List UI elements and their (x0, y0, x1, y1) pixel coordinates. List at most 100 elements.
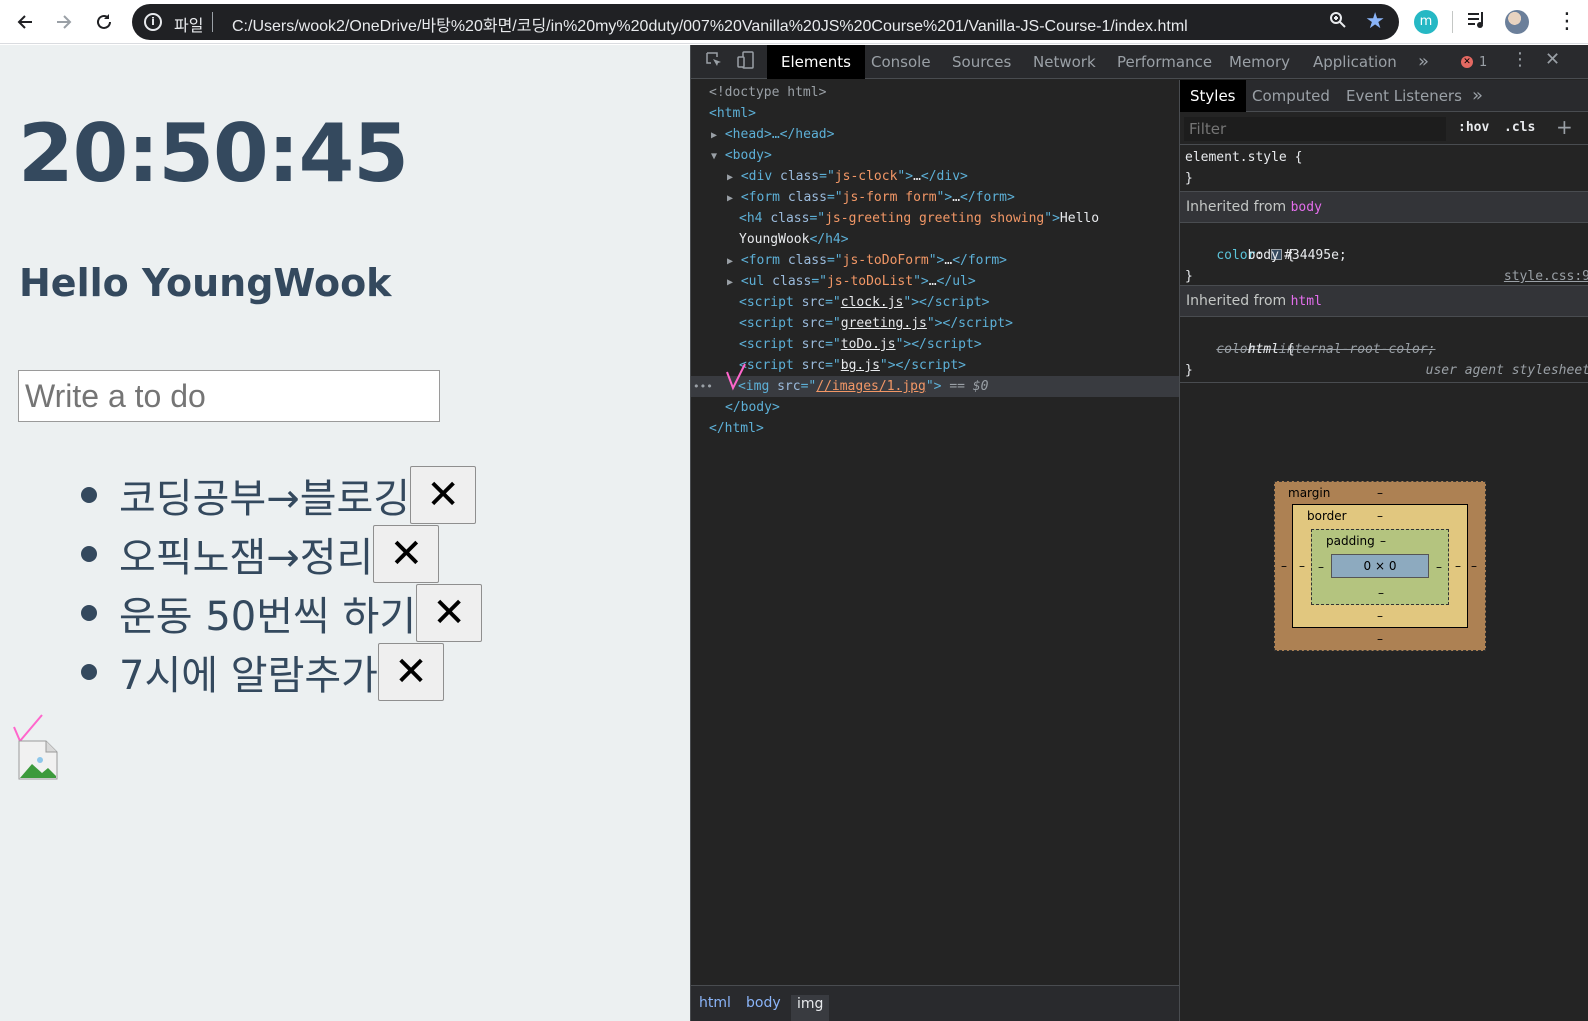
more-tabs-icon[interactable]: » (1418, 45, 1429, 79)
url-text[interactable]: C:/Users/wook2/OneDrive/바탕%20화면/코딩/in%20… (232, 12, 1188, 36)
tab-computed[interactable]: Computed (1242, 80, 1340, 112)
forward-arrow-icon[interactable] (49, 7, 79, 37)
box-model-margin[interactable]: margin – – – – border – – – – padding – … (1274, 481, 1486, 651)
element-style-selector[interactable]: element.style { (1180, 147, 1588, 168)
devtools-close-icon[interactable]: ✕ (1545, 49, 1560, 70)
dom-script-todo[interactable]: <script src="toDo.js"></script> (739, 334, 1227, 355)
dom-body-open[interactable]: ▼ <body> (711, 145, 1199, 166)
element-style-rule: element.style { } (1180, 147, 1588, 189)
margin-top-value: – (1377, 486, 1383, 500)
dom-html-open[interactable]: <html> (709, 103, 1197, 124)
browser-toolbar: i 파일 C:/Users/wook2/OneDrive/바탕%20화면/코딩/… (0, 0, 1588, 44)
inherited-element[interactable]: body (1291, 200, 1322, 215)
dom-script-clock[interactable]: <script src="clock.js"></script> (739, 292, 1227, 313)
media-control-icon[interactable] (1466, 9, 1488, 36)
rule-selector[interactable]: html (1248, 342, 1279, 357)
margin-bottom-value: – (1377, 632, 1383, 646)
padding-right-value: – (1436, 560, 1442, 574)
back-arrow-icon[interactable] (10, 7, 40, 37)
todo-text: 7시에 알람추가 (119, 652, 378, 699)
annotation-check-mark (726, 363, 746, 391)
padding-bottom-value: – (1378, 586, 1384, 600)
body-style-rule: body { style.css:9 color: #34495e; } (1180, 224, 1588, 287)
styles-filter-input[interactable] (1184, 117, 1446, 141)
todo-text: 코딩공부→블로깅 (119, 475, 411, 522)
info-icon[interactable]: i (144, 13, 162, 31)
dom-script-greeting[interactable]: <script src="greeting.js"></script> (739, 313, 1227, 334)
hov-toggle[interactable]: :hov (1458, 120, 1489, 135)
ellipsis-icon[interactable]: ••• (693, 376, 713, 397)
breadcrumb-body[interactable]: body (746, 995, 781, 1011)
dom-doctype[interactable]: <!doctype html> (709, 82, 1197, 103)
inspect-element-icon[interactable] (703, 51, 725, 73)
cls-toggle[interactable]: .cls (1504, 120, 1535, 135)
dom-div-clock[interactable]: ▶ <div class="js-clock">…</div> (727, 166, 1215, 187)
box-model-diagram: margin – – – – border – – – – padding – … (1274, 481, 1486, 651)
elements-breadcrumb: html body img (691, 985, 1179, 1021)
rule-source-link[interactable]: style.css:9 (1504, 266, 1588, 287)
dom-h4-greeting[interactable]: <h4 class="js-greeting greeting showing"… (739, 208, 1227, 229)
tab-application[interactable]: Application (1299, 45, 1411, 79)
greeting: Hello YoungWook (19, 261, 392, 305)
dom-script-bg[interactable]: <script src="bg.js"></script> (739, 355, 1227, 376)
dom-head[interactable]: ▶ <head>…</head> (711, 124, 1199, 145)
extension-icon[interactable]: m (1414, 10, 1438, 34)
breadcrumb-html[interactable]: html (699, 995, 731, 1011)
zoom-icon[interactable] (1329, 11, 1347, 34)
styles-tab-bar: Styles Computed Event Listeners » (1180, 80, 1588, 112)
toolbar-divider (1452, 11, 1453, 33)
rule-source: user agent stylesheet (1425, 363, 1588, 378)
html-style-rule: html { user agent stylesheet color: -int… (1180, 318, 1588, 381)
delete-todo-button[interactable]: ✕ (410, 465, 477, 524)
devtools-menu-icon[interactable]: ⋮ (1511, 49, 1529, 70)
reload-icon[interactable] (89, 7, 119, 37)
broken-image-icon (18, 740, 58, 780)
delete-todo-button[interactable]: ✕ (377, 642, 444, 701)
delete-todo-button[interactable]: ✕ (373, 524, 440, 583)
omnibox-separator (212, 12, 213, 32)
box-model-padding[interactable]: padding – – – – 0 × 0 (1311, 529, 1449, 605)
device-toolbar-icon[interactable] (735, 51, 757, 73)
delete-todo-button[interactable]: ✕ (416, 583, 483, 642)
todo-text: 오픽노잼→정리 (119, 534, 374, 581)
tab-performance[interactable]: Performance (1103, 45, 1226, 79)
inherited-element[interactable]: html (1291, 294, 1322, 309)
margin-right-value: – (1471, 559, 1477, 573)
dom-form-name[interactable]: ▶ <form class="js-form form">…</form> (727, 187, 1215, 208)
bullet (81, 486, 97, 503)
todo-item: 운동 50번씩 하기 ✕ (80, 583, 483, 642)
box-model-content[interactable]: 0 × 0 (1331, 554, 1429, 578)
new-style-rule-icon[interactable]: + (1556, 115, 1573, 139)
dom-img-selected[interactable]: ••• <img src="//images/1.jpg"> == $0 (691, 376, 1179, 397)
dom-h4-greeting-cont[interactable]: YoungWook</h4> (739, 229, 1227, 250)
inherited-from-html: Inherited from html (1180, 285, 1588, 317)
tab-network[interactable]: Network (1019, 45, 1110, 79)
bookmark-star-icon[interactable]: ★ (1365, 9, 1385, 34)
padding-top-value: – (1380, 534, 1386, 548)
inherited-from-body: Inherited from body (1180, 191, 1588, 223)
box-model-border[interactable]: border – – – – padding – – – – 0 × 0 (1292, 504, 1468, 628)
border-label: border (1307, 509, 1347, 523)
more-tabs-icon[interactable]: » (1462, 80, 1493, 112)
browser-menu-icon[interactable]: ⋮ (1556, 8, 1578, 36)
devtools-tab-bar: Elements Console Sources Network Perform… (691, 45, 1588, 79)
breadcrumb-img[interactable]: img (791, 995, 830, 1021)
tab-event-listeners[interactable]: Event Listeners (1336, 80, 1472, 112)
tab-memory[interactable]: Memory (1215, 45, 1304, 79)
error-count-badge[interactable]: ✕ 1 (1461, 54, 1487, 70)
scheme-label: 파일 (174, 16, 204, 35)
dom-ul-todolist[interactable]: ▶ <ul class="js-toDoList">…</ul> (727, 271, 1215, 292)
todo-input[interactable] (18, 370, 440, 422)
tab-console[interactable]: Console (857, 45, 945, 79)
padding-label: padding (1326, 534, 1375, 548)
address-bar[interactable]: i 파일 C:/Users/wook2/OneDrive/바탕%20화면/코딩/… (132, 4, 1399, 40)
rule-selector[interactable]: body (1248, 248, 1279, 263)
tab-elements[interactable]: Elements (767, 45, 865, 79)
dom-form-todo[interactable]: ▶ <form class="js-toDoForm">…</form> (727, 250, 1215, 271)
css-value[interactable]: -internal-root-color; (1271, 342, 1435, 357)
tab-styles[interactable]: Styles (1180, 80, 1246, 112)
dom-html-close[interactable]: </html> (709, 418, 1197, 439)
profile-avatar[interactable] (1505, 10, 1529, 34)
dom-body-close[interactable]: </body> (725, 397, 1213, 418)
tab-sources[interactable]: Sources (938, 45, 1025, 79)
